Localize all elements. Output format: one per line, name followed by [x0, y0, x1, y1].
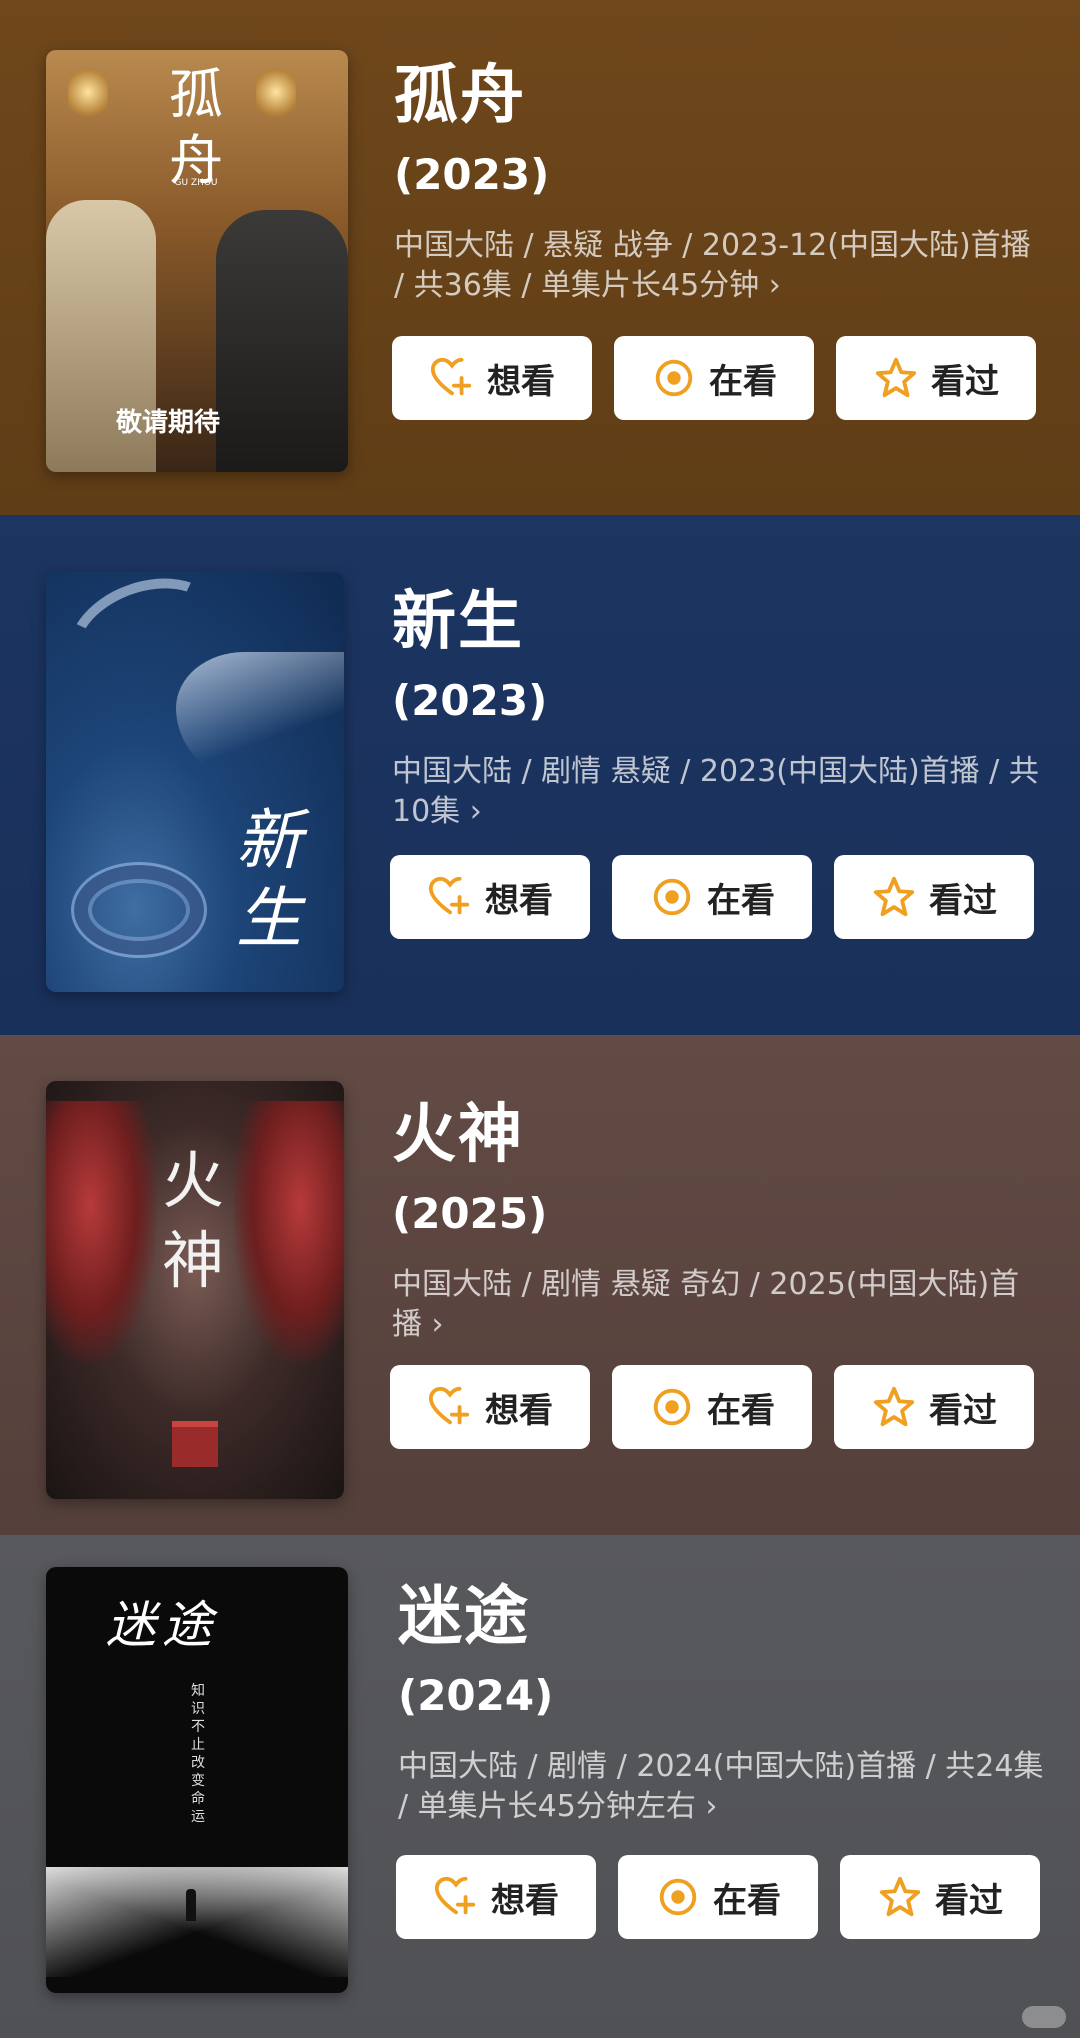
- watching-label: 在看: [707, 880, 775, 921]
- poster-title: 迷途: [106, 1596, 218, 1654]
- poster-title: 火 神: [162, 1144, 225, 1297]
- heart-plus-icon: [430, 357, 472, 396]
- wall-lamp-right: [256, 62, 296, 122]
- watched-button[interactable]: 看过: [840, 1855, 1040, 1939]
- poster-title: 新 生: [236, 802, 302, 957]
- drama-year: (2023): [392, 676, 548, 725]
- drama-title[interactable]: 孤舟: [394, 64, 1044, 128]
- drama-meta[interactable]: 中国大陆 / 剧情 / 2024(中国大陆)首播 / 共24集 / 单集片长45…: [398, 1747, 1048, 1827]
- watched-button[interactable]: 看过: [834, 1365, 1034, 1449]
- watermark-badge: [1022, 2006, 1066, 2028]
- watched-label: 看过: [935, 1880, 1003, 1921]
- poster-subtitle: 知识 不止改变命运: [191, 1683, 205, 1825]
- poster-subtitle: GU ZHOU: [174, 178, 218, 188]
- drama-meta[interactable]: 中国大陆 / 悬疑 战争 / 2023-12(中国大陆)首播 / 共36集 / …: [394, 226, 1044, 306]
- guardian-right: [234, 1101, 344, 1361]
- watched-label: 看过: [931, 361, 999, 402]
- watching-button[interactable]: 在看: [614, 336, 814, 420]
- want-button[interactable]: 想看: [390, 855, 590, 939]
- drama-card-3[interactable]: 火 神 火神 (2025) 中国大陆 / 剧情 悬疑 奇幻 / 2025(中国大…: [0, 1035, 1080, 1535]
- target-icon: [653, 878, 691, 916]
- watched-button[interactable]: 看过: [834, 855, 1034, 939]
- drama-title[interactable]: 新生: [392, 590, 1042, 654]
- drama-meta[interactable]: 中国大陆 / 剧情 悬疑 奇幻 / 2025(中国大陆)首播 ›: [392, 1265, 1042, 1345]
- wall-lamp-left: [68, 62, 108, 122]
- target-icon: [653, 1388, 691, 1426]
- poster-tagline: 敬请期待: [116, 408, 221, 438]
- watching-button[interactable]: 在看: [612, 1365, 812, 1449]
- star-icon: [879, 1876, 921, 1917]
- drama-card-2[interactable]: 新 生 新生 (2023) 中国大陆 / 剧情 悬疑 / 2023(中国大陆)首…: [0, 515, 1080, 1035]
- wake-right: [176, 652, 344, 792]
- want-button[interactable]: 想看: [390, 1365, 590, 1449]
- drama-card-1[interactable]: 孤 舟 GU ZHOU 敬请期待 孤舟 (2023) 中国大陆 / 悬疑 战争 …: [0, 0, 1080, 515]
- poster-title: 孤 舟: [169, 63, 223, 192]
- poster-image[interactable]: 火 神: [46, 1081, 344, 1499]
- light-beam-right: [46, 1867, 348, 1977]
- poster-image[interactable]: 新 生: [46, 572, 344, 992]
- star-icon: [873, 1386, 915, 1427]
- drama-meta[interactable]: 中国大陆 / 剧情 悬疑 / 2023(中国大陆)首播 / 共10集 ›: [392, 752, 1042, 832]
- want-label: 想看: [485, 1390, 553, 1431]
- temple-building: [172, 1421, 218, 1467]
- whirlpool: [71, 862, 207, 958]
- star-icon: [875, 357, 917, 398]
- watching-button[interactable]: 在看: [618, 1855, 818, 1939]
- target-icon: [659, 1878, 697, 1916]
- watched-button[interactable]: 看过: [836, 336, 1036, 420]
- want-label: 想看: [491, 1880, 559, 1921]
- drama-title[interactable]: 迷途: [398, 1585, 1048, 1649]
- heart-plus-icon: [428, 876, 470, 915]
- watched-label: 看过: [929, 880, 997, 921]
- want-button[interactable]: 想看: [396, 1855, 596, 1939]
- want-label: 想看: [485, 880, 553, 921]
- standing-figure: [186, 1889, 196, 1921]
- star-icon: [873, 876, 915, 917]
- target-icon: [655, 359, 693, 397]
- want-label: 想看: [487, 361, 555, 402]
- watching-button[interactable]: 在看: [612, 855, 812, 939]
- poster-image[interactable]: 迷途 知识 不止改变命运: [46, 1567, 348, 1993]
- drama-year: (2023): [394, 150, 550, 199]
- drama-year: (2025): [392, 1189, 548, 1238]
- figure-right: [216, 210, 348, 472]
- heart-plus-icon: [428, 1386, 470, 1425]
- drama-card-4[interactable]: 迷途 知识 不止改变命运 迷途 (2024) 中国大陆 / 剧情 / 2024(…: [0, 1535, 1080, 2038]
- watching-label: 在看: [709, 361, 777, 402]
- drama-year: (2024): [398, 1671, 554, 1720]
- poster-image[interactable]: 孤 舟 GU ZHOU 敬请期待: [46, 50, 348, 472]
- watching-label: 在看: [713, 1880, 781, 1921]
- watching-label: 在看: [707, 1390, 775, 1431]
- guardian-left: [46, 1101, 156, 1361]
- watched-label: 看过: [929, 1390, 997, 1431]
- heart-plus-icon: [434, 1876, 476, 1915]
- want-button[interactable]: 想看: [392, 336, 592, 420]
- drama-title[interactable]: 火神: [392, 1103, 1042, 1167]
